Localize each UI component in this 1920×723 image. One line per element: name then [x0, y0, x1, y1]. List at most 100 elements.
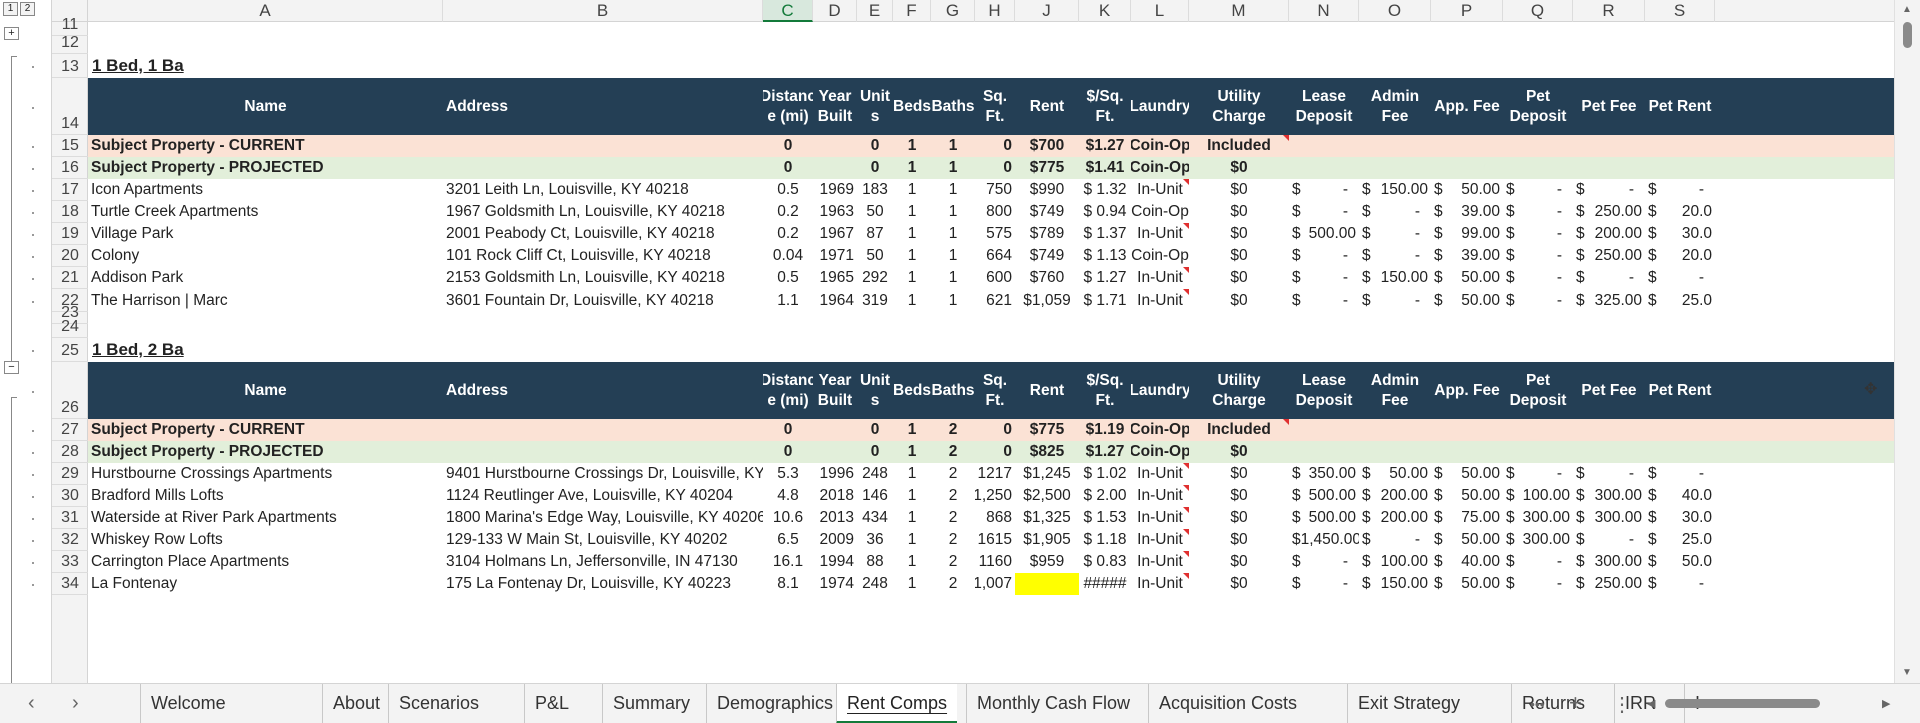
table-cell[interactable]: $1,325: [1015, 507, 1079, 529]
table-cell[interactable]: 1: [931, 267, 975, 289]
table-cell[interactable]: $40.00: [1431, 551, 1503, 573]
tab-prev-icon[interactable]: ‹: [28, 692, 35, 715]
table-cell[interactable]: $ 0.94: [1079, 201, 1131, 223]
table-cell[interactable]: 1: [931, 157, 975, 179]
table-cell[interactable]: $350.00: [1289, 463, 1359, 485]
table-cell[interactable]: $300.00: [1573, 551, 1645, 573]
table-cell[interactable]: $0: [1189, 551, 1289, 573]
column-header-a[interactable]: A: [88, 0, 443, 22]
table-cell[interactable]: [443, 419, 763, 441]
table-cell[interactable]: $250.00: [1573, 573, 1645, 595]
table-cell[interactable]: 0.5: [763, 267, 813, 289]
sheet-tab-rent-comps[interactable]: Rent Comps: [836, 684, 958, 723]
table-cell[interactable]: $700: [1015, 135, 1079, 157]
table-cell[interactable]: 1: [893, 485, 931, 507]
row-header[interactable]: 16: [52, 157, 88, 179]
table-cell[interactable]: 4.8: [763, 485, 813, 507]
scroll-left-icon[interactable]: ◀: [1647, 697, 1655, 710]
outline-level-button[interactable]: 2: [20, 2, 35, 16]
table-cell[interactable]: $ 1.53: [1079, 507, 1131, 529]
add-sheet-icon[interactable]: +: [1569, 690, 1582, 716]
table-cell[interactable]: $ -: [1289, 289, 1359, 312]
table-cell[interactable]: $ 1.13: [1079, 245, 1131, 267]
table-cell[interactable]: 183: [857, 179, 893, 201]
table-cell[interactable]: $1.41: [1079, 157, 1131, 179]
table-cell[interactable]: [813, 419, 857, 441]
table-cell[interactable]: 1: [931, 135, 975, 157]
header-cell[interactable]: Admin Fee: [1359, 78, 1431, 135]
table-cell[interactable]: 1: [893, 441, 931, 463]
vertical-scrollbar[interactable]: ▲ ▼: [1894, 0, 1920, 683]
table-cell[interactable]: 664: [975, 245, 1015, 267]
table-cell[interactable]: $50.00: [1431, 573, 1503, 595]
table-cell[interactable]: 8.1: [763, 573, 813, 595]
column-header-b[interactable]: B: [443, 0, 763, 22]
table-cell[interactable]: $775: [1015, 157, 1079, 179]
table-cell[interactable]: Bradford Mills Lofts: [88, 485, 443, 507]
table-cell[interactable]: In-Unit: [1131, 529, 1189, 551]
table-cell[interactable]: Subject Property - CURRENT: [88, 419, 443, 441]
sheet-options-icon[interactable]: ⋮: [1612, 692, 1632, 717]
table-cell[interactable]: 2009: [813, 529, 857, 551]
table-cell[interactable]: $ -: [1503, 267, 1573, 289]
table-cell[interactable]: 0: [975, 441, 1015, 463]
table-cell[interactable]: 0.04: [763, 245, 813, 267]
table-cell[interactable]: $ 1.37: [1079, 223, 1131, 245]
header-cell[interactable]: Unit s: [857, 78, 893, 135]
table-cell[interactable]: 0: [763, 419, 813, 441]
sheet-tab-p-l[interactable]: P&L: [524, 684, 579, 723]
table-cell[interactable]: 2: [931, 419, 975, 441]
table-cell[interactable]: [443, 135, 763, 157]
table-cell[interactable]: Coin-Op: [1131, 157, 1189, 179]
table-cell[interactable]: Coin-Op: [1131, 419, 1189, 441]
table-cell[interactable]: $ 1.02: [1079, 463, 1131, 485]
sheet-tab-monthly-cash-flow[interactable]: Monthly Cash Flow: [966, 684, 1140, 723]
table-cell[interactable]: In-Unit: [1131, 289, 1189, 312]
column-header-r[interactable]: R: [1573, 0, 1645, 22]
table-cell[interactable]: 1996: [813, 463, 857, 485]
table-cell[interactable]: $ 1.71: [1079, 289, 1131, 312]
table-cell[interactable]: 1.1: [763, 289, 813, 312]
sheet-tab-about[interactable]: About: [322, 684, 390, 723]
column-header-j[interactable]: J: [1015, 0, 1079, 22]
table-cell[interactable]: Addison Park: [88, 267, 443, 289]
table-cell[interactable]: $150.00: [1359, 267, 1431, 289]
table-cell[interactable]: 0.5: [763, 179, 813, 201]
table-cell[interactable]: $ -: [1289, 267, 1359, 289]
header-cell[interactable]: Distanc e (mi): [763, 78, 813, 135]
table-cell[interactable]: 1963: [813, 201, 857, 223]
table-cell[interactable]: 1: [893, 179, 931, 201]
table-cell[interactable]: $50.00: [1431, 485, 1503, 507]
table-cell[interactable]: $ -: [1359, 223, 1431, 245]
table-cell[interactable]: Subject Property - CURRENT: [88, 135, 443, 157]
table-cell[interactable]: $0: [1189, 463, 1289, 485]
table-cell[interactable]: 0: [975, 419, 1015, 441]
table-cell[interactable]: $ 1.18: [1079, 529, 1131, 551]
table-cell[interactable]: Included: [1189, 419, 1289, 441]
table-cell[interactable]: $ -: [1289, 179, 1359, 201]
column-header-p[interactable]: P: [1431, 0, 1503, 22]
table-cell[interactable]: 1: [893, 245, 931, 267]
column-header-l[interactable]: L: [1131, 0, 1189, 22]
table-cell[interactable]: $ -: [1503, 463, 1573, 485]
table-cell[interactable]: $959: [1015, 551, 1079, 573]
table-cell[interactable]: $200.00: [1359, 485, 1431, 507]
table-cell[interactable]: $50.00: [1431, 463, 1503, 485]
sheet-tab-returns[interactable]: Returns: [1511, 684, 1595, 723]
table-cell[interactable]: 1967 Goldsmith Ln, Louisville, KY 40218: [443, 201, 763, 223]
table-cell[interactable]: 319: [857, 289, 893, 312]
table-cell[interactable]: $749: [1015, 201, 1079, 223]
table-cell[interactable]: $1.27: [1079, 441, 1131, 463]
table-cell[interactable]: $0: [1189, 573, 1289, 595]
table-cell[interactable]: $50.0: [1645, 551, 1715, 573]
table-cell[interactable]: [443, 157, 763, 179]
table-cell[interactable]: 1: [931, 245, 975, 267]
table-cell[interactable]: $ -: [1573, 463, 1645, 485]
table-cell[interactable]: [813, 135, 857, 157]
table-cell[interactable]: 1: [893, 289, 931, 312]
table-cell[interactable]: $0: [1189, 441, 1289, 463]
table-cell[interactable]: $ -: [1573, 179, 1645, 201]
scroll-right-icon[interactable]: ▶: [1882, 697, 1890, 710]
table-cell[interactable]: 0: [857, 135, 893, 157]
header-cell[interactable]: Rent: [1015, 362, 1079, 419]
